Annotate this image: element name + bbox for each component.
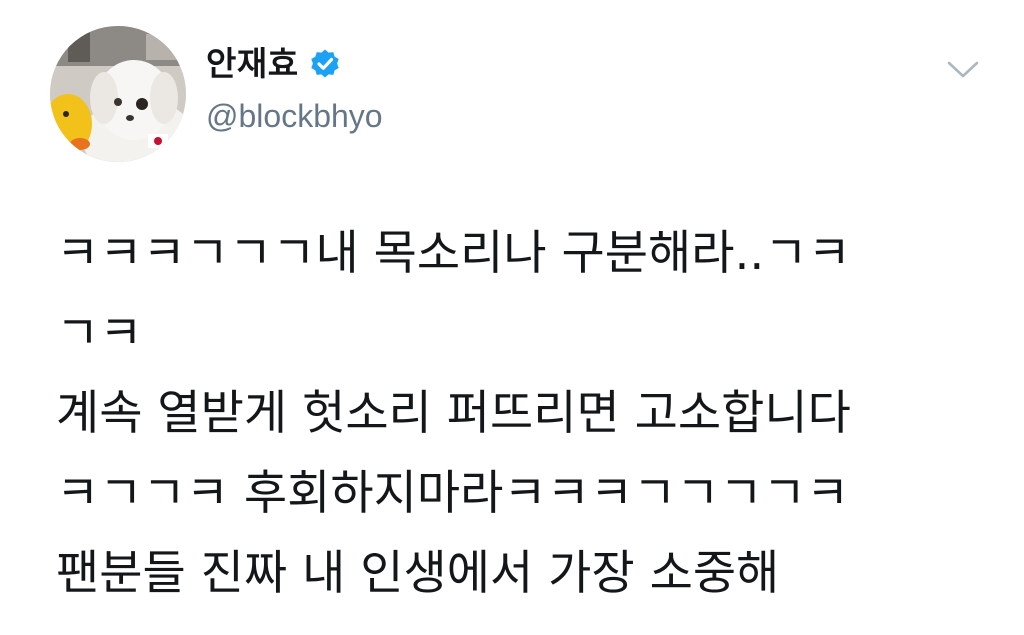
tweet-text-line: ㅋㄱㄱㅋ 후회하지마라ㅋㅋㅋㄱㄱㄱㄱㅋ [56,466,850,521]
tweet-text-line: 팬분들 진짜 내 인생에서 가장 소중해 [56,546,780,601]
author-block[interactable]: 안재효 @blockbhyo [206,42,383,136]
avatar[interactable] [50,26,186,162]
tweet-text-line: ㅋㅋㅋㄱㄱㄱ내 목소리나 구분해라..ㄱㅋ [56,226,851,281]
tweet-text: ㅋㅋㅋㄱㄱㄱ내 목소리나 구분해라..ㄱㅋ ㄱㅋ 계속 열받게 헛소리 퍼뜨리면… [56,214,986,614]
tweet-text-line: ㄱㅋ [56,306,143,361]
name-row: 안재효 [206,42,383,86]
avatar-icon [50,26,186,162]
user-handle[interactable]: @blockbhyo [206,96,383,136]
verified-badge-icon [309,48,341,80]
chevron-down-icon[interactable] [946,58,980,82]
display-name[interactable]: 안재효 [206,42,299,86]
tweet: 안재효 @blockbhyo ㅋㅋㅋㄱㄱㄱ내 목소리나 구분해라..ㄱㅋ ㄱㅋ … [0,0,1024,635]
tweet-text-line: 계속 열받게 헛소리 퍼뜨리면 고소합니다 [56,386,851,441]
